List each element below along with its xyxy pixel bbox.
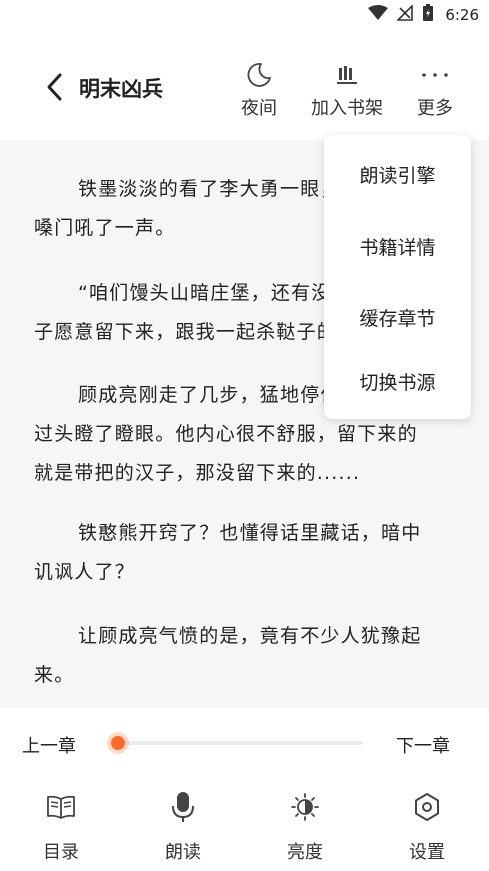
bookshelf-icon xyxy=(337,66,357,84)
slider-thumb[interactable] xyxy=(111,736,125,750)
moon-icon xyxy=(247,63,271,87)
paragraph-line: 来。 xyxy=(34,664,75,686)
chapter-progress-slider[interactable] xyxy=(111,736,363,750)
add-to-bookshelf-button[interactable]: 加入书架 xyxy=(302,60,392,120)
top-bar: 明末凶兵 夜间 加入书架 更多 xyxy=(0,30,489,140)
back-button[interactable] xyxy=(40,70,68,104)
more-dropdown-menu: 朗读引擎 书籍详情 缓存章节 切换书源 xyxy=(324,135,471,419)
paragraph-line: 铁憨熊开窍了？也懂得话里藏话，暗中 xyxy=(78,522,422,544)
menu-item-book-details[interactable]: 书籍详情 xyxy=(324,233,471,260)
nav-item-catalog[interactable]: 目录 xyxy=(11,790,111,864)
more-icon xyxy=(422,73,448,77)
book-title: 明末凶兵 xyxy=(79,77,163,101)
paragraph-line: 过头瞪了瞪眼。他内心很不舒服，留下来的 xyxy=(34,423,418,445)
nav-label-settings: 设置 xyxy=(409,842,445,863)
nav-item-read-aloud[interactable]: 朗读 xyxy=(133,790,233,864)
prev-chapter-button[interactable]: 上一章 xyxy=(22,732,76,758)
paragraph-line: 子愿意留下来，跟我一起杀鞑子的？ xyxy=(34,321,358,343)
battery-icon xyxy=(422,4,434,26)
paragraph-line: 就是带把的汉子，那没留下来的...... xyxy=(34,462,361,484)
paragraph-line: 嗓门吼了一声。 xyxy=(34,217,176,239)
paragraph: 铁憨熊开窍了？也懂得话里藏话，暗中讥讽人了？ xyxy=(34,514,462,592)
paragraph-line: 讥讽人了？ xyxy=(34,561,136,583)
nav-item-settings[interactable]: 设置 xyxy=(377,790,477,864)
next-chapter-button[interactable]: 下一章 xyxy=(396,732,450,758)
status-bar: 6:26 xyxy=(0,0,489,30)
menu-item-switch-source[interactable]: 切换书源 xyxy=(324,368,471,395)
signal-icon xyxy=(396,4,414,25)
nav-label-brightness: 亮度 xyxy=(287,842,323,863)
more-button[interactable]: 更多 xyxy=(390,60,480,120)
nav-item-brightness[interactable]: 亮度 xyxy=(255,790,355,864)
status-time: 6:26 xyxy=(445,6,479,24)
microphone-icon xyxy=(172,792,194,822)
night-mode-button[interactable]: 夜间 xyxy=(214,60,304,120)
paragraph-line: 让顾成亮气愤的是，竟有不少人犹豫起 xyxy=(78,625,422,647)
paragraph: 让顾成亮气愤的是，竟有不少人犹豫起 来。 xyxy=(34,617,462,695)
menu-item-tts-engine[interactable]: 朗读引擎 xyxy=(324,161,471,188)
nav-label-read-aloud: 朗读 xyxy=(165,842,201,863)
add-to-bookshelf-label: 加入书架 xyxy=(311,98,383,119)
menu-item-cache-chapters[interactable]: 缓存章节 xyxy=(324,304,471,331)
more-label: 更多 xyxy=(417,98,453,119)
paragraph-line: “咱们馒头山暗庄堡，还有没有汉 xyxy=(78,282,372,304)
chevron-left-icon xyxy=(47,73,62,101)
book-icon xyxy=(47,795,75,819)
bottom-panel: 上一章 下一章 目录 朗读 亮度 设置 xyxy=(0,708,489,871)
status-icons: 6:26 xyxy=(368,4,479,26)
night-mode-label: 夜间 xyxy=(241,98,277,119)
wifi-icon xyxy=(368,5,389,25)
brightness-icon xyxy=(291,793,319,821)
nav-label-catalog: 目录 xyxy=(43,842,79,863)
settings-icon xyxy=(415,793,439,821)
